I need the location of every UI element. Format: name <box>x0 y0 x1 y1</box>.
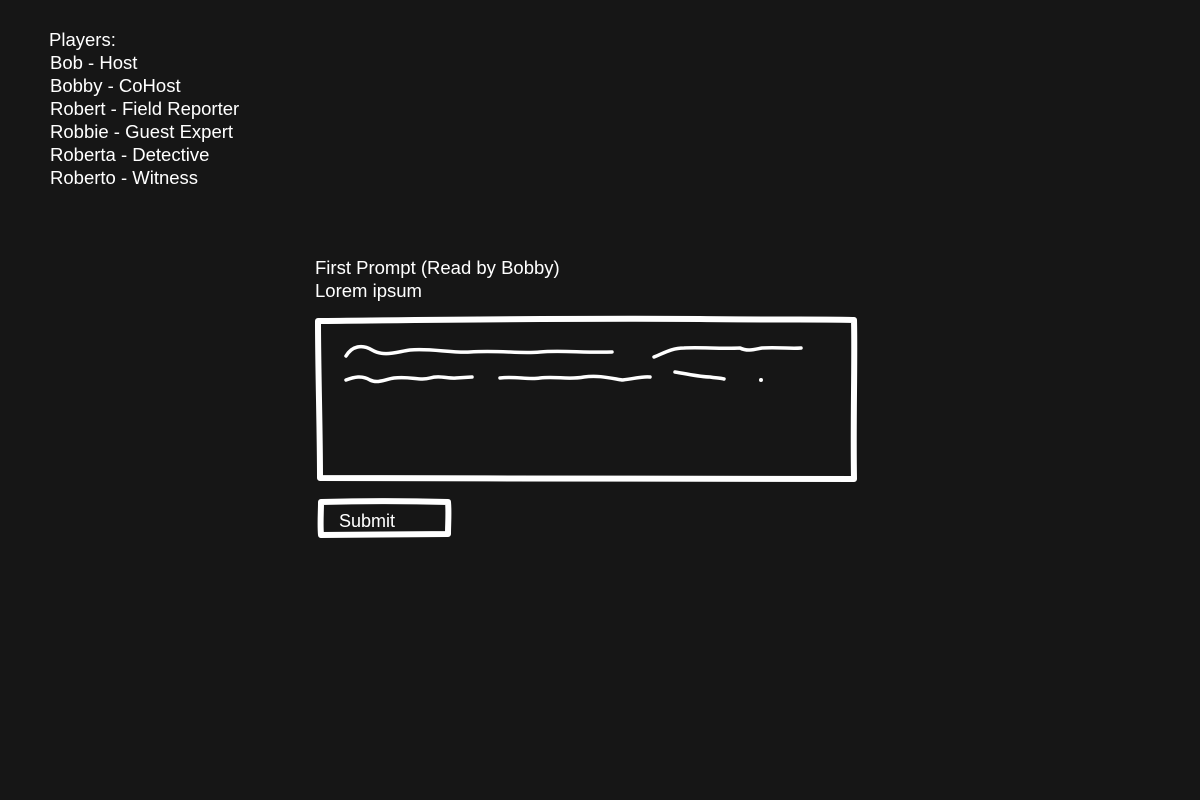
answer-textarea[interactable] <box>316 318 856 482</box>
submit-button-label: Submit <box>339 511 396 531</box>
